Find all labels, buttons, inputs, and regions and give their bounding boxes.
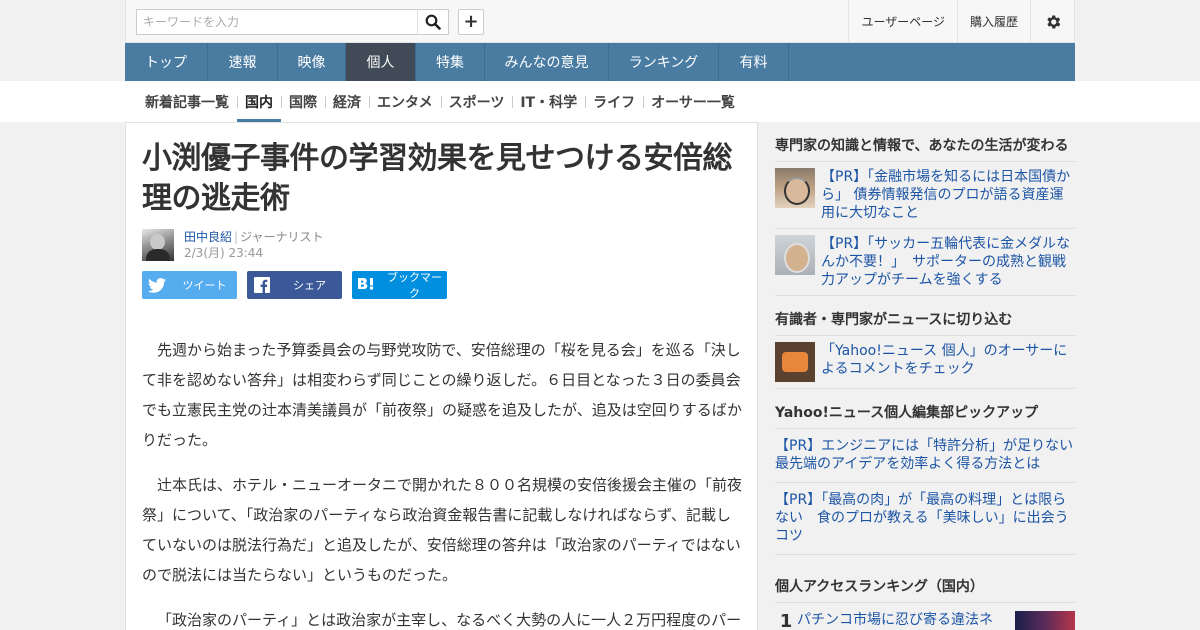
sidebar-item-link[interactable]: 【PR】エンジニアには「特許分析」が足りない 最先端のアイデアを効率よく得る方法…	[775, 437, 1087, 473]
hatena-bookmark-label: ブックマーク	[387, 271, 442, 300]
subnav-sports[interactable]: スポーツ	[440, 81, 513, 122]
expert-photo-thumbnail	[775, 235, 815, 275]
author-avatar[interactable]	[142, 229, 174, 261]
user-links: ユーザーページ 購入履歴	[848, 0, 1074, 43]
article-paragraph: 先週から始まった予算委員会の与野党攻防で、安倍総理の「桜を見る会」を巡る「決して…	[142, 341, 743, 449]
subnav-entertainment[interactable]: エンタメ	[369, 81, 441, 122]
search-box	[136, 9, 419, 35]
expert-photo-thumbnail	[775, 168, 815, 208]
sidebar: 専門家の知識と情報で、あなたの生活が変わる 【PR】「金融市場を知るには日本国債…	[775, 122, 1087, 630]
sidebar-pr-item[interactable]: 【PR】「サッカー五輪代表に金メダルなんか不要！」 サポーターの成熟と観戦力アッ…	[775, 229, 1075, 296]
settings-button[interactable]	[1030, 0, 1074, 43]
facebook-share-button[interactable]: シェア	[247, 271, 342, 299]
rank-number: 1	[779, 611, 793, 630]
gear-icon	[1046, 14, 1060, 29]
article-title: 小渕優子事件の学習効果を見せつける安倍総理の逃走術	[142, 141, 733, 216]
subnav-international[interactable]: 国際	[281, 81, 325, 122]
author-role: ジャーナリスト	[240, 230, 324, 244]
sidebar-item-link[interactable]: 【PR】「金融市場を知るには日本国債から」 債券情報発信のプロが語る資産運用に大…	[821, 168, 1075, 222]
nav-feature[interactable]: 特集	[416, 43, 485, 81]
search-input[interactable]	[137, 10, 415, 34]
sidebar-section-title: 有識者・専門家がニュースに切り込む	[775, 296, 1075, 336]
hatena-bookmark-icon	[352, 277, 382, 293]
subnav-authors[interactable]: オーサー一覧	[643, 81, 743, 122]
main-nav: トップ 速報 映像 個人 特集 みんなの意見 ランキング 有料	[125, 43, 1075, 81]
search-icon	[425, 14, 441, 30]
subnav-domestic[interactable]: 国内	[237, 81, 281, 122]
nav-breaking[interactable]: 速報	[208, 43, 278, 81]
hatena-bookmark-button[interactable]: ブックマーク	[352, 271, 447, 300]
sub-nav: 新着記事一覧 国内 国際 経済 エンタメ スポーツ IT・科学 ライフ オーサー…	[125, 81, 1075, 122]
nav-paid[interactable]: 有料	[719, 43, 789, 81]
ranking-thumbnail	[1015, 611, 1075, 630]
nav-video[interactable]: 映像	[278, 43, 346, 81]
subnav-new-articles[interactable]: 新着記事一覧	[137, 81, 237, 122]
comment-icon	[775, 342, 815, 382]
sidebar-pickup-item[interactable]: 【PR】「最高の肉」が「最高の料理」とは限らない 食のプロが教える「美味しい」に…	[775, 483, 1075, 555]
subnav-life[interactable]: ライフ	[585, 81, 643, 122]
top-bar: + ユーザーページ 購入履歴	[125, 0, 1075, 43]
ranking-item-link[interactable]: パチンコ市場に忍び寄る違法ネ	[797, 611, 1015, 629]
nav-ranking[interactable]: ランキング	[609, 43, 719, 81]
nav-top[interactable]: トップ	[125, 43, 208, 81]
sidebar-pr-item[interactable]: 【PR】「金融市場を知るには日本国債から」 債券情報発信のプロが語る資産運用に大…	[775, 162, 1075, 229]
purchase-history-link[interactable]: 購入履歴	[956, 0, 1030, 43]
subnav-economy[interactable]: 経済	[325, 81, 369, 122]
sidebar-comment-item[interactable]: 「Yahoo!ニュース 個人」のオーサーによるコメントをチェック	[775, 336, 1075, 389]
article-body: 先週から始まった予算委員会の与野党攻防で、安倍総理の「桜を見る会」を巡る「決して…	[142, 335, 744, 630]
sidebar-section-title: 専門家の知識と情報で、あなたの生活が変わる	[775, 122, 1075, 162]
publish-date: 2/3(月) 23:44	[184, 246, 264, 260]
author-info: 田中良紹 | ジャーナリスト 2/3(月) 23:44	[184, 229, 323, 261]
sidebar-item-link[interactable]: 【PR】「サッカー五輪代表に金メダルなんか不要！」 サポーターの成熟と観戦力アッ…	[821, 235, 1075, 289]
sidebar-section-title: 個人アクセスランキング（国内）	[775, 555, 1075, 603]
author-name-link[interactable]: 田中良紹	[184, 230, 232, 244]
sidebar-item-link[interactable]: 「Yahoo!ニュース 個人」のオーサーによるコメントをチェック	[821, 342, 1075, 382]
twitter-icon	[142, 277, 172, 293]
subnav-it-science[interactable]: IT・科学	[512, 81, 585, 122]
plus-icon: +	[463, 11, 479, 32]
nav-opinions[interactable]: みんなの意見	[485, 43, 609, 81]
sidebar-pickup-item[interactable]: 【PR】エンジニアには「特許分析」が足りない 最先端のアイデアを効率よく得る方法…	[775, 429, 1087, 483]
search-button[interactable]	[417, 9, 449, 35]
tweet-label: ツイート	[182, 279, 227, 292]
tweet-button[interactable]: ツイート	[142, 271, 237, 299]
sidebar-item-link[interactable]: 【PR】「最高の肉」が「最高の料理」とは限らない 食のプロが教える「美味しい」に…	[775, 491, 1075, 545]
article: 小渕優子事件の学習効果を見せつける安倍総理の逃走術 田中良紹 | ジャーナリスト 2…	[125, 122, 758, 630]
article-paragraph: 辻本氏は、ホテル・ニューオータニで開かれた８００名規模の安倍後援会主催の「前夜祭…	[142, 476, 743, 584]
add-button[interactable]: +	[458, 9, 484, 35]
sidebar-section-title: Yahoo!ニュース個人編集部ピックアップ	[775, 389, 1075, 429]
facebook-icon	[247, 277, 277, 293]
nav-individual[interactable]: 個人	[346, 43, 416, 81]
article-paragraph: 「政治家のパーティ」とは政治家が主宰し、なるべく大勢の人に一人２万円程度のパー	[157, 611, 742, 629]
ranking-item[interactable]: 1 パチンコ市場に忍び寄る違法ネ	[775, 603, 1075, 630]
user-page-link[interactable]: ユーザーページ	[848, 0, 957, 43]
author-separator: |	[234, 230, 239, 244]
facebook-share-label: シェア	[293, 279, 326, 292]
